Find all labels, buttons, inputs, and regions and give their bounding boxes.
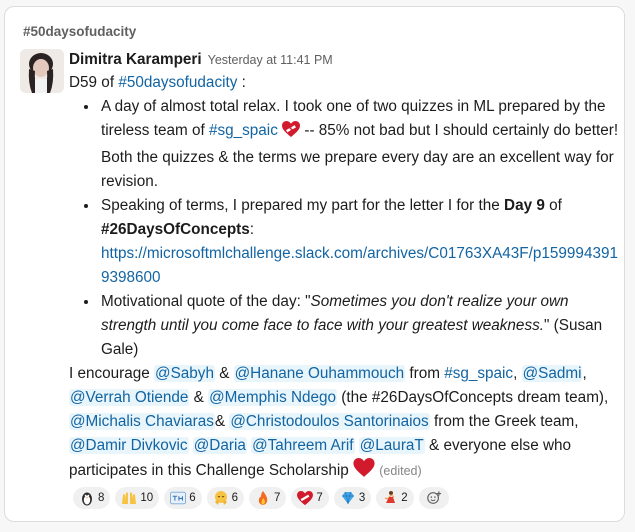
bold-hashtag: #26DaysOfConcepts xyxy=(101,221,250,238)
dancer-icon xyxy=(382,490,398,506)
avatar-image xyxy=(20,49,64,93)
edited-label: (edited) xyxy=(379,464,422,478)
closing-text: , xyxy=(513,365,522,382)
closing-text: (the #26DaysOfConcepts dream team), xyxy=(337,389,609,406)
reaction-count: 6 xyxy=(231,492,239,504)
closing-text: & xyxy=(214,365,234,382)
bold-day: Day 9 xyxy=(504,197,545,214)
mending-heart-icon xyxy=(282,121,301,146)
reaction-count: 7 xyxy=(316,492,323,504)
mention-daria[interactable]: @Daria xyxy=(192,437,247,454)
mention-sabyh[interactable]: @Sabyh xyxy=(154,365,215,382)
channel-link-sg-spaic-2[interactable]: #sg_spaic xyxy=(444,365,513,382)
hug-icon xyxy=(213,490,229,506)
reaction-raised-hands[interactable]: 10 xyxy=(115,487,160,509)
closing-text: , xyxy=(582,365,587,382)
reaction-gem[interactable]: 3 xyxy=(333,487,372,509)
bullet-text: Motivational quote of the day: " xyxy=(101,293,311,310)
reaction-count: 7 xyxy=(274,492,281,504)
closing-text: I encourage xyxy=(69,365,155,382)
hashtag-link[interactable]: #50daysofudacity xyxy=(118,74,237,91)
red-heart-icon xyxy=(353,458,375,486)
reaction-count: 8 xyxy=(98,492,105,504)
closing-text: from the Greek team, xyxy=(429,413,579,430)
closing-text: & xyxy=(189,389,209,406)
bullet-item-terms: Speaking of terms, I prepared my part fo… xyxy=(99,194,619,290)
channel-name[interactable]: #50daysofudacity xyxy=(23,24,136,39)
mending-heart-icon xyxy=(297,490,314,506)
avatar[interactable] xyxy=(20,49,64,93)
day-label: D59 of xyxy=(69,74,119,91)
thank-you-icon xyxy=(170,490,187,506)
mention-michalis[interactable]: @Michalis Chaviaras xyxy=(69,413,215,430)
message-body: Dimitra Karamperi Yesterday at 11:41 PM D… xyxy=(69,49,619,486)
day-colon: : xyxy=(237,74,246,91)
add-reaction-button[interactable] xyxy=(418,487,449,509)
reaction-thank-you[interactable]: 6 xyxy=(164,487,202,509)
bullet-item-quiz: A day of almost total relax. I took one … xyxy=(99,95,619,194)
reaction-hug[interactable]: 6 xyxy=(206,487,245,509)
closing-paragraph: I encourage @Sabyh & @Hanane Ouhammouch … xyxy=(69,362,619,486)
mention-verrah[interactable]: @Verrah Otiende xyxy=(69,389,190,406)
closing-text: & xyxy=(214,413,230,430)
gem-icon xyxy=(340,490,356,506)
mention-hanane[interactable]: @Hanane Ouhammouch xyxy=(233,365,406,382)
mention-sadmi[interactable]: @Sadmi xyxy=(521,365,583,382)
reaction-count: 2 xyxy=(401,492,408,504)
reaction-mending-heart[interactable]: 7 xyxy=(291,487,329,509)
archive-link[interactable]: https://microsoftmlchallenge.slack.com/a… xyxy=(101,245,618,286)
reaction-dancer[interactable]: 2 xyxy=(376,487,414,509)
reaction-count: 6 xyxy=(189,492,196,504)
closing-text: from xyxy=(405,365,445,382)
message-header: Dimitra Karamperi Yesterday at 11:41 PM xyxy=(69,49,619,71)
bullet-list: A day of almost total relax. I took one … xyxy=(69,95,619,362)
reaction-penguin[interactable]: 8 xyxy=(73,487,111,509)
mention-memphis[interactable]: @Memphis Ndego xyxy=(208,389,338,406)
author-name[interactable]: Dimitra Karamperi xyxy=(69,51,202,68)
mention-damir[interactable]: @Damir Divkovic xyxy=(69,437,189,454)
bullet-text: : xyxy=(249,221,255,238)
add-reaction-icon xyxy=(426,490,442,506)
raised-hands-icon xyxy=(121,490,137,506)
channel-link-sg-spaic[interactable]: #sg_spaic xyxy=(209,122,278,139)
reaction-fire[interactable]: 7 xyxy=(249,487,287,509)
mention-tahreem[interactable]: @Tahreem Arif xyxy=(251,437,355,454)
fire-icon xyxy=(255,490,271,506)
penguin-icon xyxy=(79,490,95,506)
bullet-text: Speaking of terms, I prepared my part fo… xyxy=(101,197,505,214)
day-line: D59 of #50daysofudacity : xyxy=(69,71,619,95)
mention-laurat[interactable]: @LauraT xyxy=(358,437,425,454)
reaction-count: 10 xyxy=(140,492,154,504)
bullet-item-quote: Motivational quote of the day: "Sometime… xyxy=(99,290,619,362)
mention-christodoulos[interactable]: @Christodoulos Santorinaios xyxy=(229,413,430,430)
reaction-bar: 8 10 6 6 7 7 3 2 xyxy=(73,487,449,509)
message-card: #50daysofudacity Dimitra Karamperi Yester… xyxy=(4,6,625,522)
bullet-text: of xyxy=(544,197,562,214)
reaction-count: 3 xyxy=(358,492,366,504)
timestamp[interactable]: Yesterday at 11:41 PM xyxy=(208,53,333,67)
